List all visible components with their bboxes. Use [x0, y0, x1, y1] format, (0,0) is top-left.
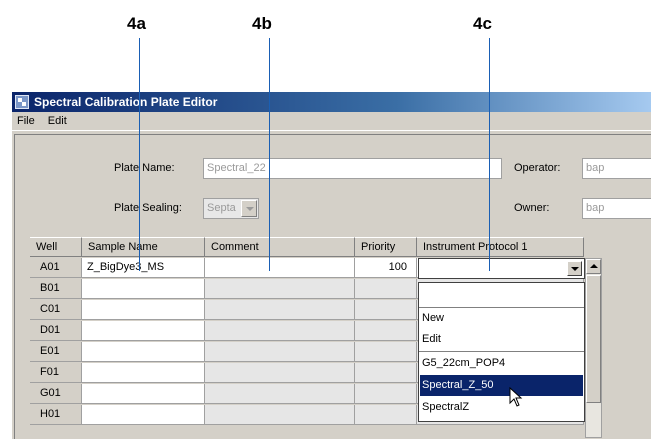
protocol-option-blank[interactable] — [420, 285, 583, 306]
well-cell: E01 — [30, 342, 82, 362]
column-header-sample-name[interactable]: Sample Name — [82, 237, 205, 257]
instrument-protocol-dropdown[interactable] — [418, 258, 585, 279]
sample-name-cell[interactable] — [82, 279, 205, 299]
well-cell: H01 — [30, 405, 82, 425]
comment-cell[interactable] — [205, 258, 355, 278]
well-cell: D01 — [30, 321, 82, 341]
scroll-up-arrow-icon[interactable] — [586, 259, 601, 274]
callout-4a-line — [139, 38, 140, 271]
instrument-protocol-options: New Edit G5_22cm_POP4 Spectral_Z_50 Spec… — [418, 282, 585, 422]
column-header-priority[interactable]: Priority — [355, 237, 417, 257]
callout-4c: 4c — [473, 14, 492, 33]
plate-sealing-select[interactable]: Septa — [203, 198, 259, 219]
well-cell: A01 — [30, 258, 82, 278]
protocol-option-spectralz[interactable]: SpectralZ — [420, 397, 583, 418]
callout-4b: 4b — [252, 14, 272, 33]
sample-name-cell[interactable] — [82, 384, 205, 404]
sample-name-cell[interactable] — [82, 342, 205, 362]
plate-name-input[interactable]: Spectral_22 — [203, 158, 502, 179]
callout-4c-line — [489, 38, 490, 271]
operator-input[interactable]: bap — [582, 158, 651, 179]
priority-cell[interactable] — [355, 363, 417, 383]
sample-name-cell[interactable]: Z_BigDye3_MS — [82, 258, 205, 278]
sample-name-cell[interactable] — [82, 363, 205, 383]
column-header-well[interactable]: Well — [30, 237, 82, 257]
well-cell: F01 — [30, 363, 82, 383]
menu-edit[interactable]: Edit — [43, 112, 72, 131]
comment-cell[interactable] — [205, 363, 355, 383]
priority-cell[interactable] — [355, 279, 417, 299]
table-scrollbar[interactable] — [585, 258, 602, 438]
sample-name-cell[interactable] — [82, 321, 205, 341]
well-cell: C01 — [30, 300, 82, 320]
column-header-comment[interactable]: Comment — [205, 237, 355, 257]
comment-cell[interactable] — [205, 279, 355, 299]
column-header-instrument-protocol[interactable]: Instrument Protocol 1 — [417, 237, 584, 257]
plate-sealing-label: Plate Sealing: — [114, 202, 182, 214]
window-title: Spectral Calibration Plate Editor — [34, 95, 218, 109]
option-divider — [419, 351, 584, 352]
protocol-option-edit[interactable]: Edit — [420, 329, 583, 350]
title-bar[interactable]: Spectral Calibration Plate Editor — [12, 92, 651, 112]
priority-cell[interactable]: 100 — [355, 258, 417, 278]
priority-cell[interactable] — [355, 300, 417, 320]
menu-file[interactable]: File — [12, 112, 40, 131]
scroll-thumb[interactable] — [586, 275, 601, 403]
operator-label: Operator: — [514, 162, 561, 174]
callout-4a: 4a — [127, 14, 146, 33]
priority-cell[interactable] — [355, 342, 417, 362]
chevron-down-icon[interactable] — [567, 261, 582, 276]
priority-cell[interactable] — [355, 384, 417, 404]
owner-label: Owner: — [514, 202, 550, 214]
comment-cell[interactable] — [205, 342, 355, 362]
plate-sealing-value: Septa — [207, 202, 236, 214]
comment-cell[interactable] — [205, 321, 355, 341]
priority-cell[interactable] — [355, 321, 417, 341]
comment-cell[interactable] — [205, 405, 355, 425]
protocol-option-spectral-z-50[interactable]: Spectral_Z_50 — [420, 375, 583, 396]
chevron-down-icon[interactable] — [241, 200, 257, 217]
mouse-pointer-icon — [509, 387, 523, 407]
comment-cell[interactable] — [205, 384, 355, 404]
protocol-option-g5-22cm-pop4[interactable]: G5_22cm_POP4 — [420, 353, 583, 374]
protocol-option-new[interactable]: New — [420, 308, 583, 329]
owner-input[interactable]: bap — [582, 198, 651, 219]
app-icon — [15, 95, 29, 109]
priority-cell[interactable] — [355, 405, 417, 425]
sample-name-cell[interactable] — [82, 300, 205, 320]
callout-4b-line — [269, 38, 270, 271]
comment-cell[interactable] — [205, 300, 355, 320]
plate-name-label: Plate Name: — [114, 162, 175, 174]
plate-editor-window: Spectral Calibration Plate Editor File E… — [12, 92, 651, 439]
well-cell: B01 — [30, 279, 82, 299]
sample-name-cell[interactable] — [82, 405, 205, 425]
well-cell: G01 — [30, 384, 82, 404]
menu-bar: File Edit — [12, 112, 651, 131]
